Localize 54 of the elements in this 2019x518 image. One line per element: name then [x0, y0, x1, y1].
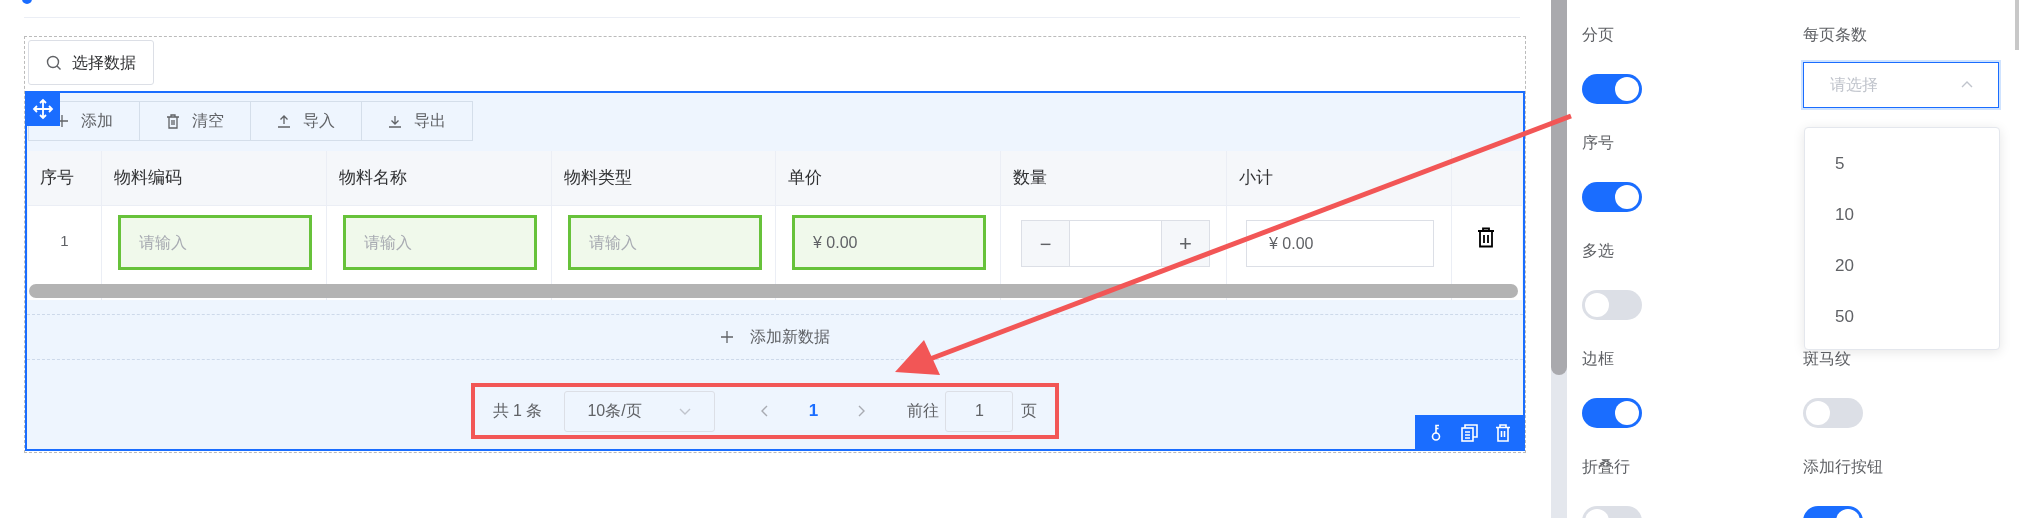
column-header: 物料编码: [114, 167, 182, 190]
select-data-button[interactable]: 选择数据: [28, 40, 154, 85]
toggle-switch[interactable]: [1803, 398, 1863, 428]
move-icon: [31, 97, 54, 120]
column-header: 物料类型: [564, 167, 632, 190]
setting-label: 添加行按钮: [1803, 457, 1883, 477]
goto-label: 前往: [907, 401, 940, 421]
total-count: 共 1 条: [492, 401, 543, 421]
number-stepper[interactable]: − +: [1021, 220, 1210, 267]
toolbar-button[interactable]: 导入: [250, 101, 362, 141]
add-row-button[interactable]: 添加新数据: [720, 325, 830, 349]
dropdown-option[interactable]: 5: [1805, 138, 1999, 189]
move-handle-overlay[interactable]: [25, 91, 60, 126]
row-index: 1: [60, 231, 69, 251]
input-field[interactable]: ¥ 0.00: [792, 215, 986, 270]
plus-icon: [720, 330, 734, 344]
input-field[interactable]: 请输入: [568, 215, 762, 270]
toolbar-button[interactable]: 导出: [361, 101, 473, 141]
scrollbar-thumb: [2015, 0, 2019, 50]
setting-label: 折叠行: [1582, 457, 1630, 477]
trash-icon[interactable]: [1477, 227, 1495, 248]
increment-button[interactable]: +: [1161, 221, 1209, 266]
setting-label: 边框: [1582, 349, 1614, 369]
toggle-switch[interactable]: [1582, 182, 1642, 212]
column-header: 物料名称: [339, 167, 407, 190]
toggle-switch[interactable]: [1582, 74, 1642, 104]
copy-icon[interactable]: [1460, 424, 1478, 442]
page-size-select[interactable]: 10条/页: [564, 390, 716, 432]
subtotal-field: ¥ 0.00: [1246, 220, 1434, 267]
page-input[interactable]: 1: [945, 390, 1014, 432]
toolbar-button[interactable]: 清空: [139, 101, 251, 141]
setting-label: 斑马纹: [1803, 349, 1851, 369]
column-header: 单价: [788, 167, 822, 190]
search-icon: [46, 54, 62, 71]
column-header: 小计: [1239, 167, 1273, 190]
page-number[interactable]: 1: [801, 398, 826, 424]
setting-label: 多选: [1582, 241, 1614, 261]
dropdown-option[interactable]: 20: [1805, 240, 1999, 291]
column-header: 序号: [40, 167, 74, 190]
decrement-button[interactable]: −: [1022, 221, 1070, 266]
download-icon: [388, 114, 402, 128]
toggle-switch[interactable]: [1582, 398, 1642, 428]
toggle-switch[interactable]: [1582, 290, 1642, 320]
dropdown-option[interactable]: 50: [1805, 291, 1999, 342]
setting-label: 每页条数: [1803, 25, 1867, 45]
input-field[interactable]: 请输入: [118, 215, 312, 270]
page-suffix: 页: [1021, 401, 1038, 421]
dropdown-option[interactable]: 10: [1805, 189, 1999, 240]
setting-label: 序号: [1582, 133, 1614, 153]
upload-icon: [277, 114, 291, 128]
input-field[interactable]: 请输入: [343, 215, 537, 270]
column-header: 数量: [1013, 167, 1047, 190]
setting-label: 分页: [1582, 25, 1614, 45]
trash-icon: [166, 113, 180, 129]
